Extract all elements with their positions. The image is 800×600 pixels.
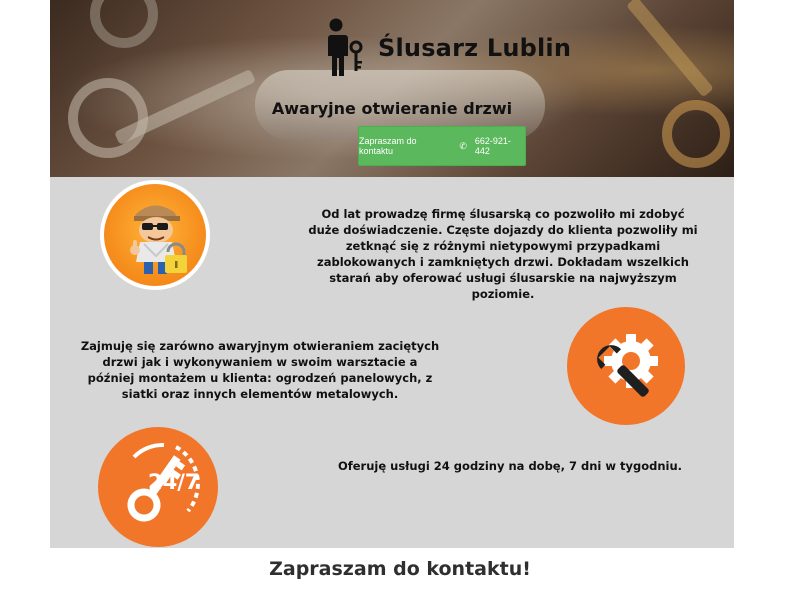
background-key-shaft (626, 0, 714, 98)
background-key-ring (68, 78, 148, 158)
contact-heading: Zapraszam do kontaktu! (269, 558, 531, 580)
background-key-ring (90, 0, 158, 48)
brand-logo[interactable]: Ślusarz Lublin (322, 16, 571, 80)
hero-tagline: Awaryjne otwieranie drzwi (271, 99, 513, 118)
phone-icon: ✆ (459, 140, 467, 151)
cta-label: Zapraszam do kontaktu (359, 136, 417, 156)
contact-cta-button[interactable]: Zapraszam do kontaktu ✆ 662-921-442 (358, 126, 526, 166)
brand-title: Ślusarz Lublin (378, 34, 572, 62)
hero-banner: Ślusarz Lublin Awaryjne otwieranie drzwi… (50, 0, 734, 177)
section-text-services: Zajmuję się zarówno awaryjnym otwieranie… (80, 339, 440, 401)
locksmith-mascot-icon (100, 180, 210, 290)
badge-24-7: 24/7 (148, 470, 200, 494)
section-text-availability: Oferuję usługi 24 godziny na dobę, 7 dni… (337, 459, 683, 473)
key-24-7-icon: 24/7 (98, 427, 218, 547)
locksmith-person-key-icon (327, 18, 363, 76)
wrench-gear-icon (567, 307, 685, 425)
cta-phone-number: 662-921-442 (474, 136, 511, 156)
services-section: Od lat prowadzę firmę ślusarską co pozwo… (50, 177, 734, 548)
section-text-experience: Od lat prowadzę firmę ślusarską co pozwo… (308, 207, 698, 301)
